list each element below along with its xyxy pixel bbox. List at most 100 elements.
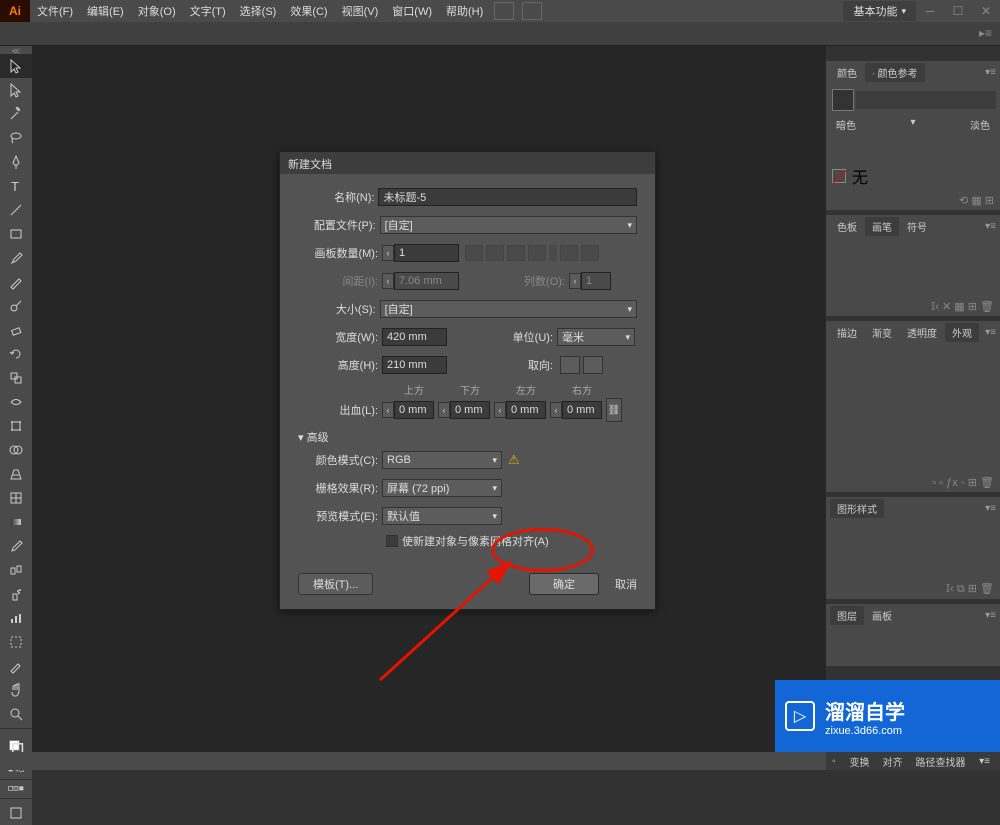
menu-file[interactable]: 文件(F): [30, 3, 80, 19]
tool-pencil[interactable]: [0, 270, 32, 294]
tool-blend[interactable]: [0, 558, 32, 582]
menubar-icon-2[interactable]: [522, 2, 542, 20]
panel-menu-icon[interactable]: ▾≡: [985, 503, 996, 514]
bleed-top-input[interactable]: [394, 401, 434, 419]
tab-artboards[interactable]: 画板: [865, 606, 899, 625]
tool-artboard[interactable]: [0, 630, 32, 654]
tool-rotate[interactable]: [0, 342, 32, 366]
tool-pen[interactable]: [0, 150, 32, 174]
workspace-switcher[interactable]: 基本功能 ▾: [843, 1, 916, 21]
base-color-swatch[interactable]: [832, 89, 854, 111]
menu-effect[interactable]: 效果(C): [283, 3, 334, 19]
panel-footer-brushes[interactable]: 𝕀‹ ✕ ▦ ⊞ 🗑: [931, 301, 994, 313]
raster-dropdown[interactable]: 屏幕 (72 ppi): [382, 479, 502, 497]
tool-shape-builder[interactable]: [0, 438, 32, 462]
bleed-right-input[interactable]: [562, 401, 602, 419]
tool-selection[interactable]: [0, 54, 32, 78]
menu-edit[interactable]: 编辑(E): [80, 3, 131, 19]
menu-view[interactable]: 视图(V): [335, 3, 386, 19]
tool-mesh[interactable]: [0, 486, 32, 510]
stepper-icon[interactable]: ‹: [550, 402, 562, 418]
tool-magic-wand[interactable]: [0, 102, 32, 126]
unit-dropdown[interactable]: 毫米: [557, 328, 635, 346]
tool-slice[interactable]: [0, 654, 32, 678]
tool-line[interactable]: [0, 198, 32, 222]
colormode-dropdown[interactable]: RGB: [382, 451, 502, 469]
advanced-disclosure[interactable]: 高级: [298, 429, 637, 445]
tool-rectangle[interactable]: [0, 222, 32, 246]
tab-transform[interactable]: 变换: [844, 754, 876, 769]
tab-pathfinder[interactable]: 路径查找器: [910, 754, 972, 769]
stepper-down-icon[interactable]: ‹: [382, 245, 394, 261]
panel-menu-icon[interactable]: ▾≡: [985, 221, 996, 232]
tool-eraser[interactable]: [0, 318, 32, 342]
width-input[interactable]: [382, 328, 447, 346]
artboards-input[interactable]: [394, 244, 459, 262]
tab-transparency[interactable]: 透明度: [900, 323, 944, 342]
stepper-icon[interactable]: ‹: [494, 402, 506, 418]
tab-swatches[interactable]: 色板: [830, 217, 864, 236]
tab-brushes[interactable]: 画笔: [865, 217, 899, 236]
ok-button[interactable]: 确定: [529, 573, 599, 595]
template-button[interactable]: 模板(T)...: [298, 573, 373, 595]
tab-align[interactable]: 对齐: [877, 754, 909, 769]
menu-type[interactable]: 文字(T): [183, 3, 233, 19]
orientation-landscape-icon[interactable]: [583, 356, 603, 374]
panel-footer-appearance[interactable]: ▫ ▫ ƒx ◦ ⊞ 🗑: [932, 477, 994, 489]
tool-zoom[interactable]: [0, 702, 32, 726]
tool-eyedropper[interactable]: [0, 534, 32, 558]
tool-symbol-sprayer[interactable]: [0, 582, 32, 606]
artboard-layout-icons[interactable]: [465, 245, 599, 261]
tool-blob-brush[interactable]: [0, 294, 32, 318]
stepper-icon[interactable]: ‹: [382, 402, 394, 418]
bleed-left-input[interactable]: [506, 401, 546, 419]
tab-symbols[interactable]: 符号: [900, 217, 934, 236]
preview-dropdown[interactable]: 默认值: [382, 507, 502, 525]
name-input[interactable]: [378, 188, 637, 206]
link-values-icon[interactable]: ⛓: [606, 398, 622, 422]
size-dropdown[interactable]: [自定]: [380, 300, 637, 318]
profile-dropdown[interactable]: [自定]: [380, 216, 637, 234]
menu-select[interactable]: 选择(S): [233, 3, 284, 19]
close-button[interactable]: ✕: [972, 1, 1000, 21]
maximize-button[interactable]: ☐: [944, 1, 972, 21]
tool-hand[interactable]: [0, 678, 32, 702]
tab-graphic-styles[interactable]: 图形样式: [830, 499, 884, 518]
tool-paintbrush[interactable]: [0, 246, 32, 270]
panel-menu-icon[interactable]: ▾≡: [985, 327, 996, 338]
panel-menu-icon[interactable]: ▾≡: [985, 67, 996, 78]
height-input[interactable]: [382, 356, 447, 374]
tool-direct-selection[interactable]: [0, 78, 32, 102]
panel-menu-icon[interactable]: ▾≡: [985, 610, 996, 621]
tab-stroke[interactable]: 描边: [830, 323, 864, 342]
menubar-icon-1[interactable]: [494, 2, 514, 20]
orientation-portrait-icon[interactable]: [560, 356, 580, 374]
tool-perspective[interactable]: [0, 462, 32, 486]
panel-menu-icon[interactable]: ▾≡: [973, 756, 996, 767]
align-pixel-checkbox[interactable]: 使新建对象与像素网格对齐(A): [386, 533, 637, 549]
cancel-button[interactable]: 取消: [615, 576, 637, 592]
panel-footer-styles[interactable]: 𝕀‹ ⧉ ⊞ 🗑: [946, 583, 994, 595]
tool-graph[interactable]: [0, 606, 32, 630]
tool-free-transform[interactable]: [0, 414, 32, 438]
tool-scale[interactable]: [0, 366, 32, 390]
none-swatch-icon[interactable]: [832, 169, 846, 183]
options-flyout-icon[interactable]: ▸≡: [979, 26, 992, 40]
screen-mode-button[interactable]: [0, 801, 32, 825]
harmony-dropdown[interactable]: [856, 91, 996, 109]
tab-appearance[interactable]: 外观: [945, 323, 979, 342]
tab-color[interactable]: 颜色: [830, 63, 864, 82]
tool-gradient[interactable]: [0, 510, 32, 534]
tool-width[interactable]: [0, 390, 32, 414]
tab-layers[interactable]: 图层: [830, 606, 864, 625]
panel-footer-icon[interactable]: ⟲ ▦ ⊞: [959, 195, 994, 207]
menu-help[interactable]: 帮助(H): [439, 3, 490, 19]
tool-lasso[interactable]: [0, 126, 32, 150]
menu-window[interactable]: 窗口(W): [385, 3, 439, 19]
tab-gradient[interactable]: 渐变: [865, 323, 899, 342]
tab-color-guide[interactable]: 颜色参考: [865, 63, 925, 82]
tool-type[interactable]: T: [0, 174, 32, 198]
stepper-icon[interactable]: ‹: [438, 402, 450, 418]
menu-object[interactable]: 对象(O): [131, 3, 183, 19]
minimize-button[interactable]: ─: [916, 1, 944, 21]
